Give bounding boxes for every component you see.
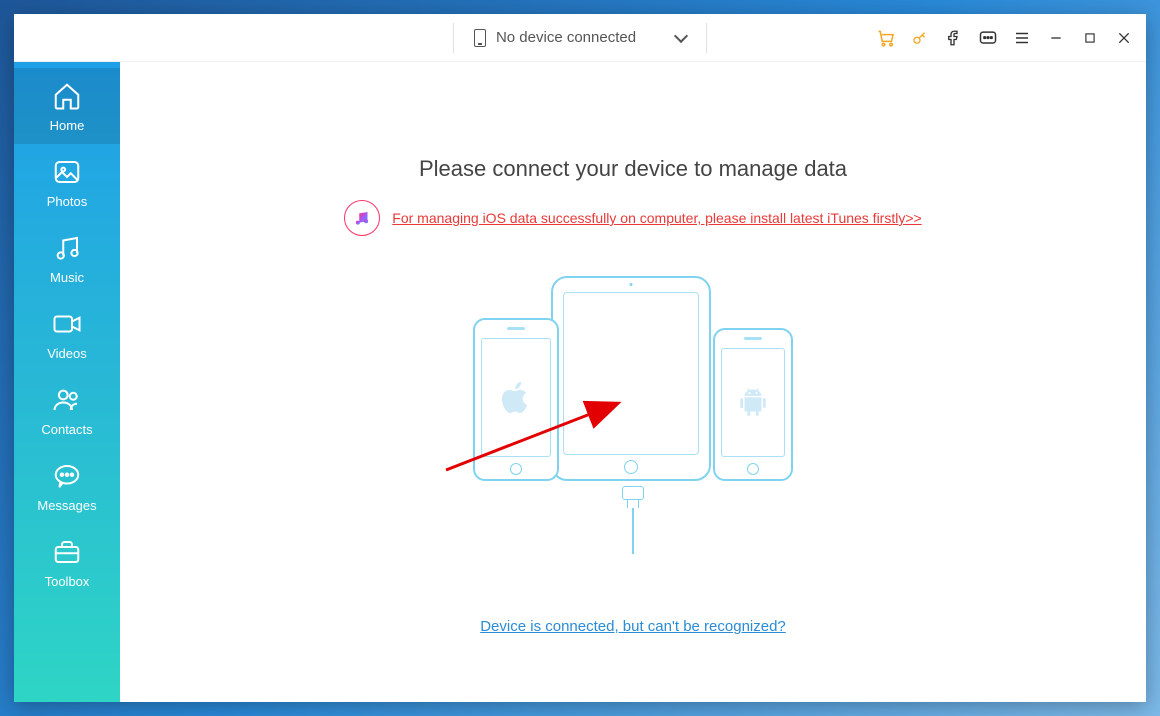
sidebar-item-label: Home: [50, 118, 85, 133]
chevron-down-icon: [674, 28, 688, 42]
sidebar-item-label: Videos: [47, 346, 87, 361]
tablet-outline: [551, 276, 711, 481]
photos-icon: [51, 156, 83, 188]
device-status-text: No device connected: [496, 29, 636, 46]
sidebar-item-home[interactable]: Home: [14, 68, 120, 144]
contacts-icon: [51, 384, 83, 416]
usb-cable-icon: [622, 486, 644, 554]
app-window: No device connected: [14, 14, 1146, 702]
android-icon: [736, 384, 770, 422]
menu-icon[interactable]: [1012, 28, 1032, 48]
sidebar-item-label: Toolbox: [45, 574, 90, 589]
videos-icon: [51, 308, 83, 340]
iphone-outline: [473, 318, 559, 481]
device-selector[interactable]: No device connected: [453, 23, 707, 53]
home-icon: [51, 80, 83, 112]
feedback-icon[interactable]: [978, 28, 998, 48]
device-not-recognized-link[interactable]: Device is connected, but can't be recogn…: [480, 618, 786, 635]
sidebar-item-toolbox[interactable]: Toolbox: [14, 524, 120, 600]
titlebar: No device connected: [14, 14, 1146, 62]
sidebar-item-contacts[interactable]: Contacts: [14, 372, 120, 448]
sidebar-item-videos[interactable]: Videos: [14, 296, 120, 372]
sidebar-item-label: Contacts: [41, 422, 92, 437]
sidebar-item-label: Music: [50, 270, 84, 285]
facebook-icon[interactable]: [944, 28, 964, 48]
apple-icon: [498, 377, 534, 419]
connect-headline: Please connect your device to manage dat…: [419, 156, 847, 182]
toolbox-icon: [51, 536, 83, 568]
maximize-button[interactable]: [1080, 28, 1100, 48]
main-content: Please connect your device to manage dat…: [120, 62, 1146, 702]
messages-icon: [51, 460, 83, 492]
sidebar-item-label: Photos: [47, 194, 87, 209]
itunes-notice-row: For managing iOS data successfully on co…: [344, 200, 921, 236]
key-icon[interactable]: [910, 28, 930, 48]
itunes-icon: [344, 200, 380, 236]
music-icon: [51, 232, 83, 264]
android-outline: [713, 328, 793, 481]
sidebar-item-photos[interactable]: Photos: [14, 144, 120, 220]
devices-illustration: [473, 276, 793, 506]
phone-icon: [474, 29, 486, 47]
sidebar-item-messages[interactable]: Messages: [14, 448, 120, 524]
install-itunes-link[interactable]: For managing iOS data successfully on co…: [392, 210, 921, 226]
sidebar-item-music[interactable]: Music: [14, 220, 120, 296]
close-button[interactable]: [1114, 28, 1134, 48]
minimize-button[interactable]: [1046, 28, 1066, 48]
sidebar-item-label: Messages: [37, 498, 96, 513]
sidebar: Home Photos Music Videos: [14, 62, 120, 702]
cart-icon[interactable]: [876, 28, 896, 48]
